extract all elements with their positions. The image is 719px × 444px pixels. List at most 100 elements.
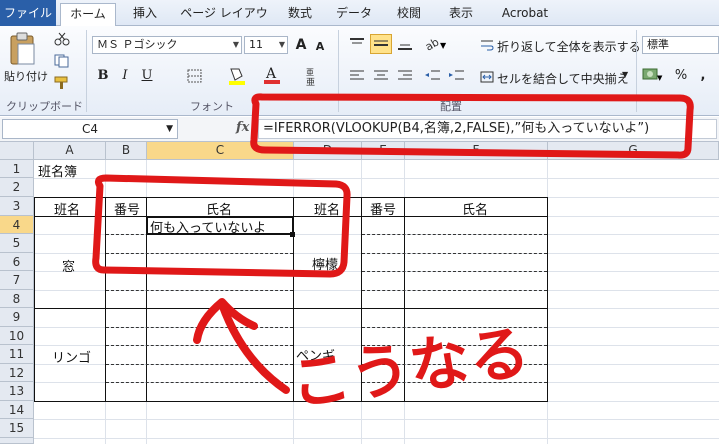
percent-style-button[interactable]: % — [672, 66, 690, 86]
table-border — [34, 197, 35, 402]
decrease-indent-icon[interactable] — [424, 68, 442, 84]
font-size-select[interactable]: 11 ▼ — [244, 36, 288, 54]
chevron-down-icon: ▼ — [278, 40, 285, 49]
table-border — [105, 197, 106, 402]
sheet-title-cell[interactable]: 班名簿 — [38, 161, 77, 180]
align-center-icon[interactable] — [372, 68, 390, 84]
group2-cell[interactable]: リンゴ — [52, 347, 91, 366]
row-header[interactable]: 10 — [0, 327, 34, 345]
orientation-icon[interactable]: ab ▼ — [423, 34, 448, 53]
table-border — [547, 197, 548, 402]
group1-cell[interactable]: 窓 — [62, 256, 75, 275]
column-header-g[interactable]: G — [548, 142, 719, 160]
tab-insert[interactable]: 挿入 — [122, 3, 168, 26]
copy-icon[interactable] — [54, 54, 70, 68]
shrink-font-button[interactable]: A — [312, 37, 328, 57]
cut-icon[interactable] — [54, 32, 70, 46]
row-header[interactable]: 6 — [0, 253, 34, 271]
italic-button[interactable]: I — [116, 66, 134, 86]
svg-text:▼: ▼ — [440, 41, 447, 50]
excel-window: ファイル ホーム 挿入 ページ レイアウト 数式 データ 校閲 表示 Acrob… — [0, 0, 719, 444]
column-header-c[interactable]: C — [147, 142, 294, 160]
bold-button[interactable]: B — [94, 66, 112, 86]
tab-acrobat[interactable]: Acrobat — [494, 3, 556, 26]
row-header[interactable]: 8 — [0, 290, 34, 308]
header-bango-cell[interactable]: 番号 — [114, 199, 140, 218]
align-middle-button[interactable] — [370, 34, 392, 54]
worksheet-grid[interactable]: 班名簿 班名 番号 氏名 班名 番号 氏名 何も入っていないよ 窓 リンゴ 檸檬… — [34, 160, 719, 444]
row-header[interactable]: 2 — [0, 178, 34, 197]
row-header[interactable]: 7 — [0, 271, 34, 290]
currency-format-icon[interactable]: ▼ — [642, 66, 664, 84]
row-header[interactable]: 15 — [0, 419, 34, 438]
tab-file[interactable]: ファイル — [0, 0, 56, 26]
wrap-text-button[interactable]: 折り返して全体を表示する — [497, 38, 641, 55]
header-shimei2-cell[interactable]: 氏名 — [462, 199, 488, 218]
underline-button[interactable]: U — [138, 66, 156, 86]
formula-input[interactable]: =IFERROR(VLOOKUP(B4,名簿,2,FALSE),”何も入っていな… — [258, 119, 717, 139]
comma-style-button[interactable]: , — [696, 66, 710, 86]
d-group1-cell[interactable]: 檸檬 — [312, 254, 338, 273]
table-border — [361, 197, 362, 402]
alignment-group-label: 配置 — [440, 100, 462, 113]
font-name-select[interactable]: ＭＳ Ｐゴシック ▼ — [92, 36, 242, 54]
insert-function-icon[interactable]: fx — [236, 120, 249, 135]
header-han-cell[interactable]: 班名 — [54, 199, 80, 218]
row-header[interactable]: 1 — [0, 160, 34, 178]
row-header[interactable]: 12 — [0, 364, 34, 382]
table-border — [34, 197, 548, 198]
grow-font-button[interactable]: A — [292, 35, 310, 55]
row-header[interactable]: 4 — [0, 216, 34, 234]
format-painter-icon[interactable] — [54, 76, 70, 90]
align-top-icon[interactable] — [348, 36, 366, 52]
chevron-down-icon: ▼ — [232, 40, 239, 49]
column-header-b[interactable]: B — [106, 142, 147, 160]
formula-bar: C4 ▼ fx =IFERROR(VLOOKUP(B4,名簿,2,FALSE),”… — [0, 117, 719, 142]
ribbon-tab-bar: ファイル ホーム 挿入 ページ レイアウト 数式 データ 校閲 表示 Acrob… — [0, 0, 719, 41]
font-color-icon[interactable]: A — [262, 64, 282, 86]
tab-home[interactable]: ホーム — [60, 3, 116, 27]
phonetic-guide-icon[interactable]: 亜亜 — [304, 66, 320, 88]
select-all-corner[interactable] — [0, 142, 34, 160]
tab-view[interactable]: 表示 — [440, 3, 482, 26]
row-header[interactable]: 11 — [0, 345, 34, 364]
tab-review[interactable]: 校閲 — [388, 3, 430, 26]
merge-center-icon[interactable] — [480, 70, 494, 84]
paste-button[interactable]: 貼り付け — [4, 68, 48, 84]
row-header[interactable]: 3 — [0, 197, 34, 216]
tab-page-layout[interactable]: ページ レイアウト — [176, 3, 272, 41]
paste-icon[interactable] — [8, 32, 38, 68]
wrap-text-icon[interactable] — [480, 38, 494, 52]
svg-text:A: A — [265, 66, 277, 82]
align-right-icon[interactable] — [396, 68, 414, 84]
tab-formulas[interactable]: 数式 — [280, 3, 320, 26]
fill-handle[interactable] — [290, 232, 295, 237]
fill-color-icon[interactable] — [226, 66, 248, 86]
row-header[interactable]: 13 — [0, 382, 34, 401]
row-header[interactable]: 5 — [0, 234, 34, 253]
align-bottom-icon[interactable] — [396, 36, 414, 52]
column-header-f[interactable]: F — [405, 142, 548, 160]
table-border — [34, 401, 548, 402]
tab-data[interactable]: データ — [330, 3, 378, 26]
number-format-select[interactable]: 標準 — [642, 36, 719, 54]
d-group2-cell[interactable]: ペンギ — [296, 345, 335, 364]
svg-text:亜: 亜 — [306, 68, 314, 77]
font-size-value: 11 — [249, 38, 263, 51]
chevron-down-icon: ▼ — [166, 124, 173, 134]
column-header-a[interactable]: A — [34, 142, 106, 160]
active-cell-c4[interactable] — [146, 216, 294, 235]
merge-center-button[interactable]: セルを結合して中央揃え — [497, 70, 629, 87]
borders-icon[interactable] — [186, 68, 204, 84]
increase-indent-icon[interactable] — [448, 68, 466, 84]
name-box[interactable]: C4 ▼ — [2, 119, 178, 139]
row-header[interactable]: 9 — [0, 308, 34, 327]
chevron-down-icon[interactable]: ▼ — [622, 70, 628, 79]
header-bango2-cell[interactable]: 番号 — [370, 199, 396, 218]
row-header[interactable] — [0, 438, 34, 444]
header-han2-cell[interactable]: 班名 — [314, 199, 340, 218]
column-header-e[interactable]: E — [362, 142, 405, 160]
column-header-d[interactable]: D — [294, 142, 362, 160]
align-left-icon[interactable] — [348, 68, 366, 84]
row-header[interactable]: 14 — [0, 401, 34, 419]
